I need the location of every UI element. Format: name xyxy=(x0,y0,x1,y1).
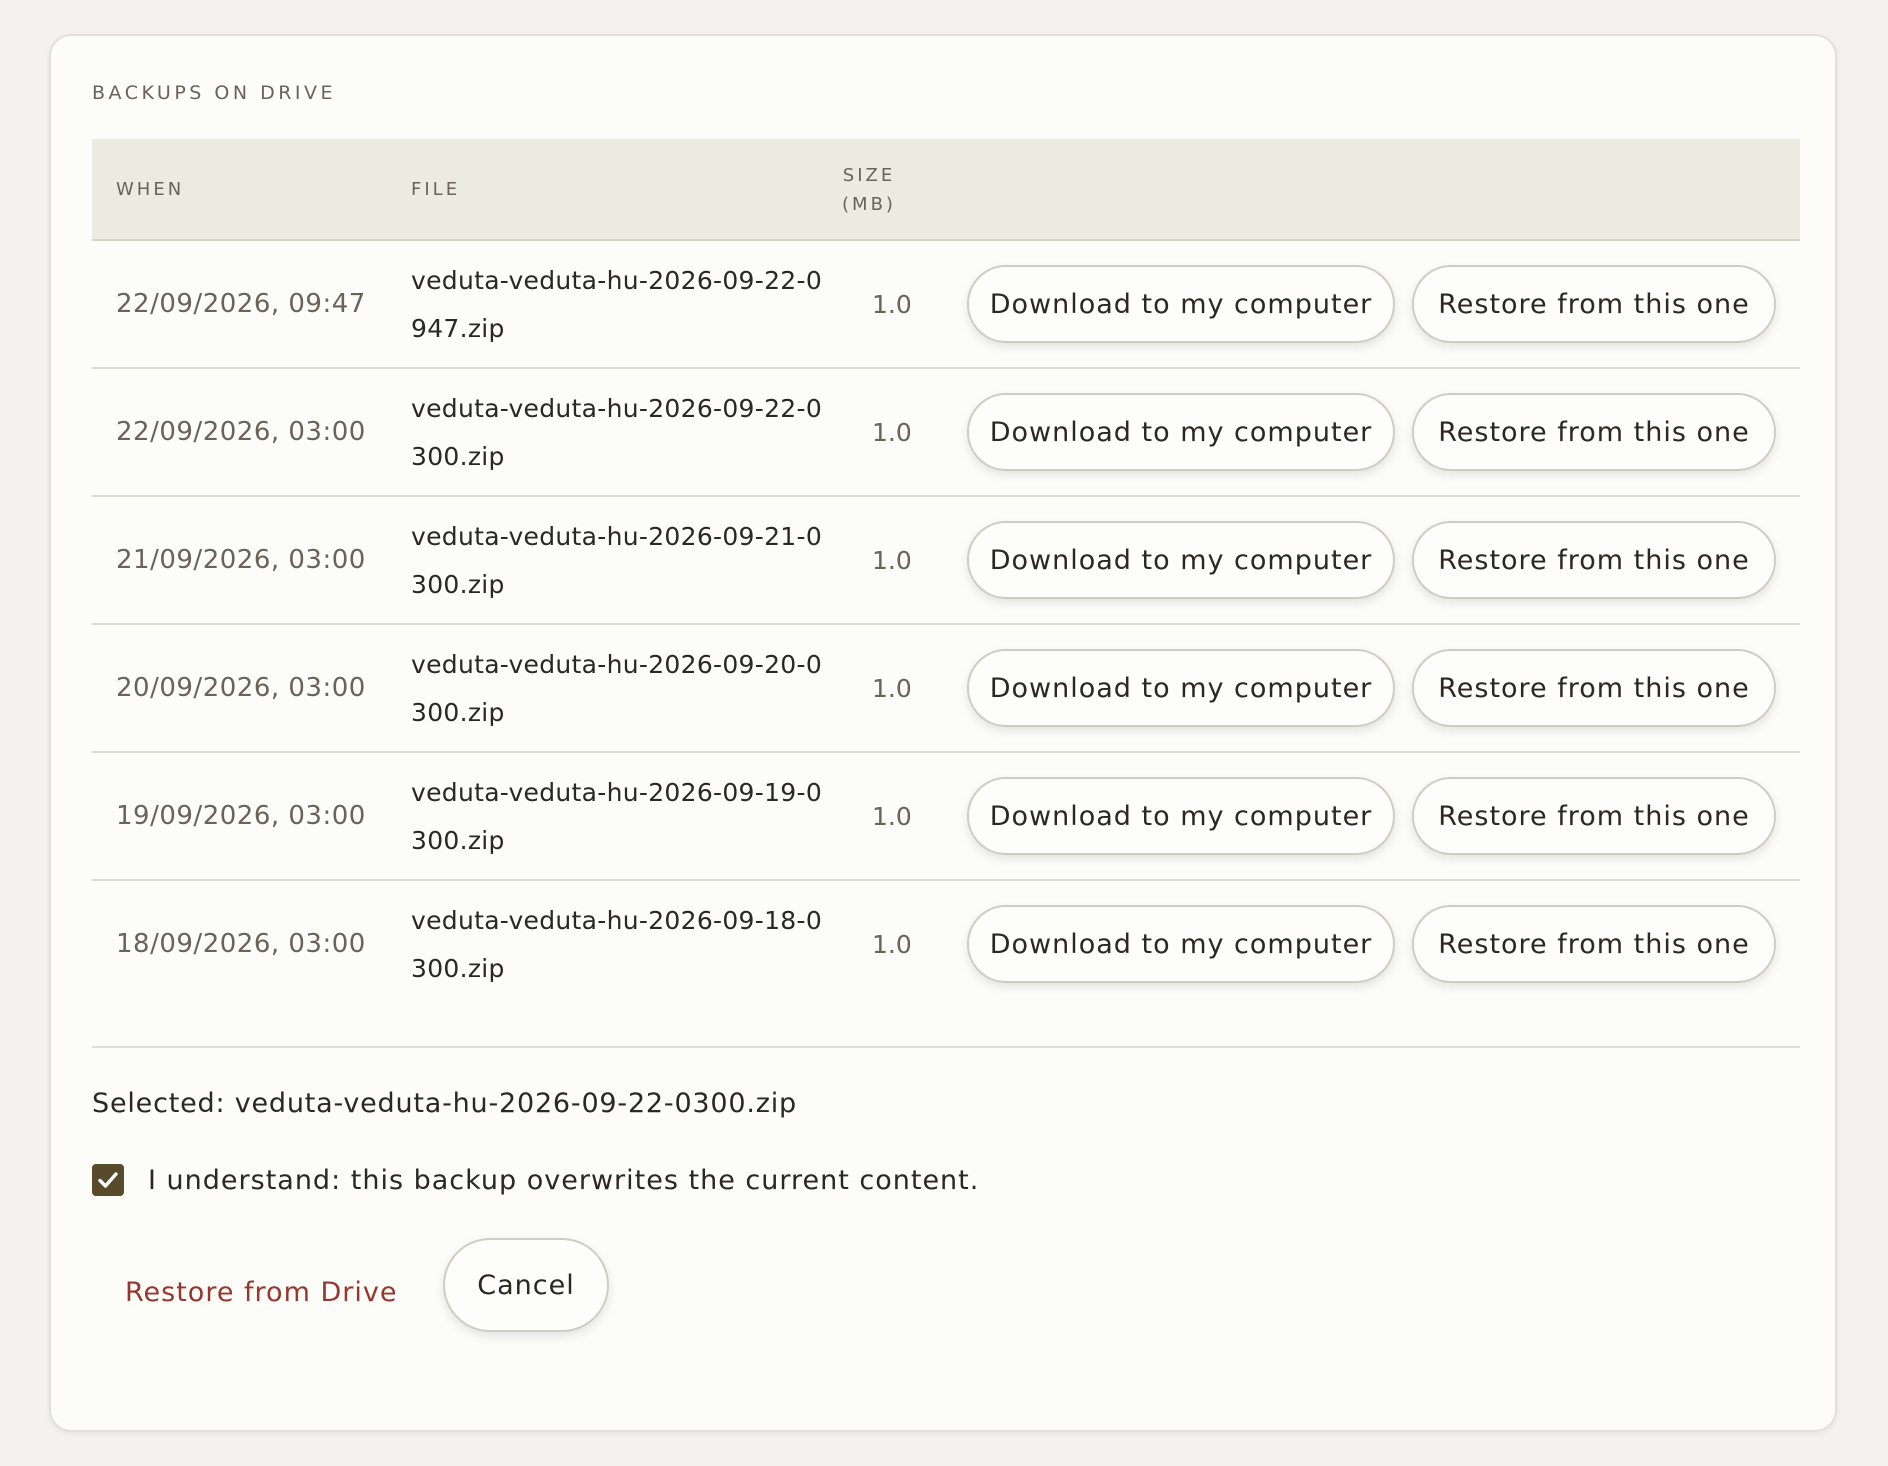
restore-this-button[interactable]: Restore from this one xyxy=(1412,649,1776,727)
download-button[interactable]: Download to my computer xyxy=(967,649,1395,727)
backup-when: 21/09/2026, 03:00 xyxy=(116,545,366,575)
backup-size: 1.0 xyxy=(872,801,912,831)
confirm-label[interactable]: I understand: this backup overwrites the… xyxy=(148,1165,979,1196)
download-button[interactable]: Download to my computer xyxy=(967,777,1395,855)
backup-when: 19/09/2026, 03:00 xyxy=(116,801,366,831)
backup-when: 22/09/2026, 09:47 xyxy=(116,289,366,319)
backup-file: veduta-veduta-hu-2026-09-18-0300.zip xyxy=(411,906,823,983)
table-row: 21/09/2026, 03:00 veduta-veduta-hu-2026-… xyxy=(92,497,1800,625)
restore-this-button[interactable]: Restore from this one xyxy=(1412,905,1776,983)
backup-file: veduta-veduta-hu-2026-09-19-0300.zip xyxy=(411,778,823,855)
backup-size: 1.0 xyxy=(872,929,912,959)
backup-when: 22/09/2026, 03:00 xyxy=(116,417,366,447)
table-row: 20/09/2026, 03:00 veduta-veduta-hu-2026-… xyxy=(92,625,1800,753)
cancel-button[interactable]: Cancel xyxy=(443,1238,609,1332)
backup-when: 18/09/2026, 03:00 xyxy=(116,929,366,959)
confirm-overwrite: I understand: this backup overwrites the… xyxy=(92,1164,979,1196)
column-header-size-line2: (MB) xyxy=(842,194,896,215)
backups-panel: BACKUPS ON DRIVE WHEN FILE SIZE (MB) 22/… xyxy=(49,34,1837,1432)
backup-file: veduta-veduta-hu-2026-09-22-0300.zip xyxy=(411,394,823,471)
restore-from-drive-button[interactable]: Restore from Drive xyxy=(125,1262,397,1322)
backup-file: veduta-veduta-hu-2026-09-20-0300.zip xyxy=(411,650,823,727)
column-header-when: WHEN xyxy=(116,179,185,200)
column-header-size: SIZE (MB) xyxy=(824,161,914,219)
download-button[interactable]: Download to my computer xyxy=(967,521,1395,599)
table-row: 22/09/2026, 09:47 veduta-veduta-hu-2026-… xyxy=(92,241,1800,369)
download-button[interactable]: Download to my computer xyxy=(967,393,1395,471)
table-row: 22/09/2026, 03:00 veduta-veduta-hu-2026-… xyxy=(92,369,1800,497)
section-title: BACKUPS ON DRIVE xyxy=(92,82,337,104)
column-header-file: FILE xyxy=(411,179,461,200)
check-icon xyxy=(98,1172,118,1188)
restore-this-button[interactable]: Restore from this one xyxy=(1412,521,1776,599)
table-row: 19/09/2026, 03:00 veduta-veduta-hu-2026-… xyxy=(92,753,1800,881)
table-row: 18/09/2026, 03:00 veduta-veduta-hu-2026-… xyxy=(92,881,1800,1009)
backups-table: WHEN FILE SIZE (MB) 22/09/2026, 09:47 ve… xyxy=(92,139,1800,1009)
divider xyxy=(92,1046,1800,1048)
restore-this-button[interactable]: Restore from this one xyxy=(1412,393,1776,471)
backup-size: 1.0 xyxy=(872,417,912,447)
backup-file: veduta-veduta-hu-2026-09-22-0947.zip xyxy=(411,266,823,343)
restore-this-button[interactable]: Restore from this one xyxy=(1412,265,1776,343)
restore-this-button[interactable]: Restore from this one xyxy=(1412,777,1776,855)
backup-size: 1.0 xyxy=(872,289,912,319)
backup-size: 1.0 xyxy=(872,545,912,575)
download-button[interactable]: Download to my computer xyxy=(967,905,1395,983)
column-header-size-line1: SIZE xyxy=(842,165,896,186)
backup-size: 1.0 xyxy=(872,673,912,703)
table-header: WHEN FILE SIZE (MB) xyxy=(92,139,1800,241)
selected-backup-text: Selected: veduta-veduta-hu-2026-09-22-03… xyxy=(92,1088,797,1119)
download-button[interactable]: Download to my computer xyxy=(967,265,1395,343)
confirm-checkbox[interactable] xyxy=(92,1164,124,1196)
backup-file: veduta-veduta-hu-2026-09-21-0300.zip xyxy=(411,522,823,599)
backup-when: 20/09/2026, 03:00 xyxy=(116,673,366,703)
